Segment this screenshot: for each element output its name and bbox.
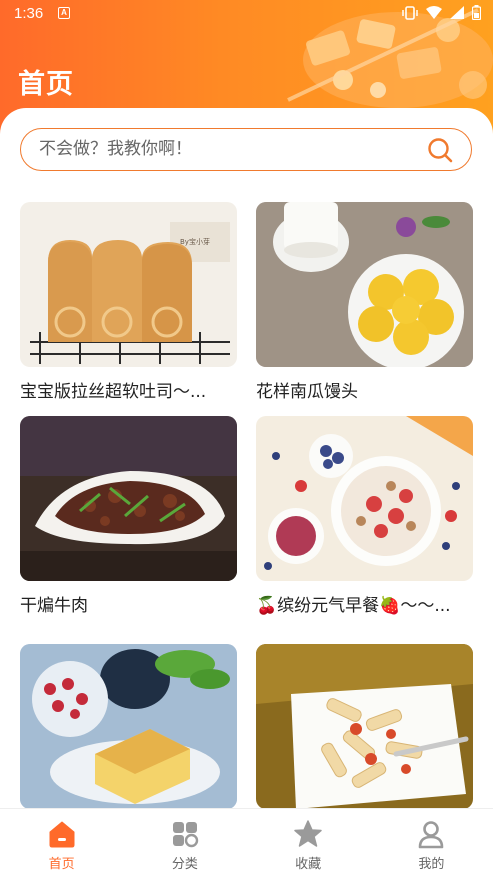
recipe-card[interactable] — [256, 644, 473, 810]
search-bar[interactable] — [20, 128, 472, 171]
bread-loaf-photo: By宝小芽 — [20, 202, 237, 367]
tab-category[interactable]: 分类 — [123, 809, 246, 878]
dry-fried-beef-photo — [20, 416, 237, 581]
recipe-title: 🍒缤纷元气早餐🍓～～... — [256, 596, 451, 616]
status-time: 1:36 — [14, 5, 44, 22]
battery-icon — [472, 5, 481, 20]
tab-home[interactable]: 首页 — [0, 809, 123, 878]
star-icon — [294, 820, 322, 847]
recipe-title: 干煸牛肉 — [20, 596, 88, 616]
home-icon — [49, 821, 75, 848]
tab-category-label: 分类 — [171, 857, 198, 872]
page-title: 首页 — [18, 69, 74, 100]
recipe-card[interactable]: By宝小芽 宝宝版拉丝超软吐司～... — [20, 202, 237, 402]
vibrate-icon — [402, 5, 418, 20]
penne-pasta-photo — [256, 644, 473, 809]
app-notification-icon: A — [58, 7, 70, 19]
pumpkin-buns-photo — [256, 202, 473, 367]
signal-icon — [450, 6, 464, 19]
svg-text:By宝小芽: By宝小芽 — [180, 237, 210, 246]
search-input[interactable] — [39, 129, 419, 169]
sponge-cake-photo — [20, 644, 237, 809]
status-icons — [402, 5, 481, 20]
user-icon — [419, 821, 444, 849]
tab-profile[interactable]: 我的 — [370, 809, 493, 878]
tab-profile-label: 我的 — [418, 857, 445, 872]
recipe-card[interactable]: 干煸牛肉 — [20, 416, 237, 616]
breakfast-bowl-photo — [256, 416, 473, 581]
tab-home-label: 首页 — [48, 857, 75, 872]
recipe-card[interactable]: 🍒缤纷元气早餐🍓～～... — [256, 416, 473, 616]
category-icon — [172, 822, 199, 848]
wifi-icon — [426, 6, 442, 19]
recipe-card[interactable]: 花样南瓜馒头 — [256, 202, 473, 402]
tab-favorites[interactable]: 收藏 — [247, 809, 370, 878]
main-content: By宝小芽 宝宝版拉丝超软吐司～... 花样南瓜馒 — [0, 108, 493, 810]
recipe-card[interactable] — [20, 644, 237, 810]
status-bar: 1:36 A — [0, 0, 493, 28]
bottom-tab-bar: 首页 分类 收藏 我的 — [0, 808, 493, 878]
recipe-title: 宝宝版拉丝超软吐司～... — [20, 382, 207, 402]
recipe-title: 花样南瓜馒头 — [256, 382, 358, 402]
search-icon[interactable] — [427, 137, 453, 163]
tab-favorites-label: 收藏 — [295, 857, 322, 872]
